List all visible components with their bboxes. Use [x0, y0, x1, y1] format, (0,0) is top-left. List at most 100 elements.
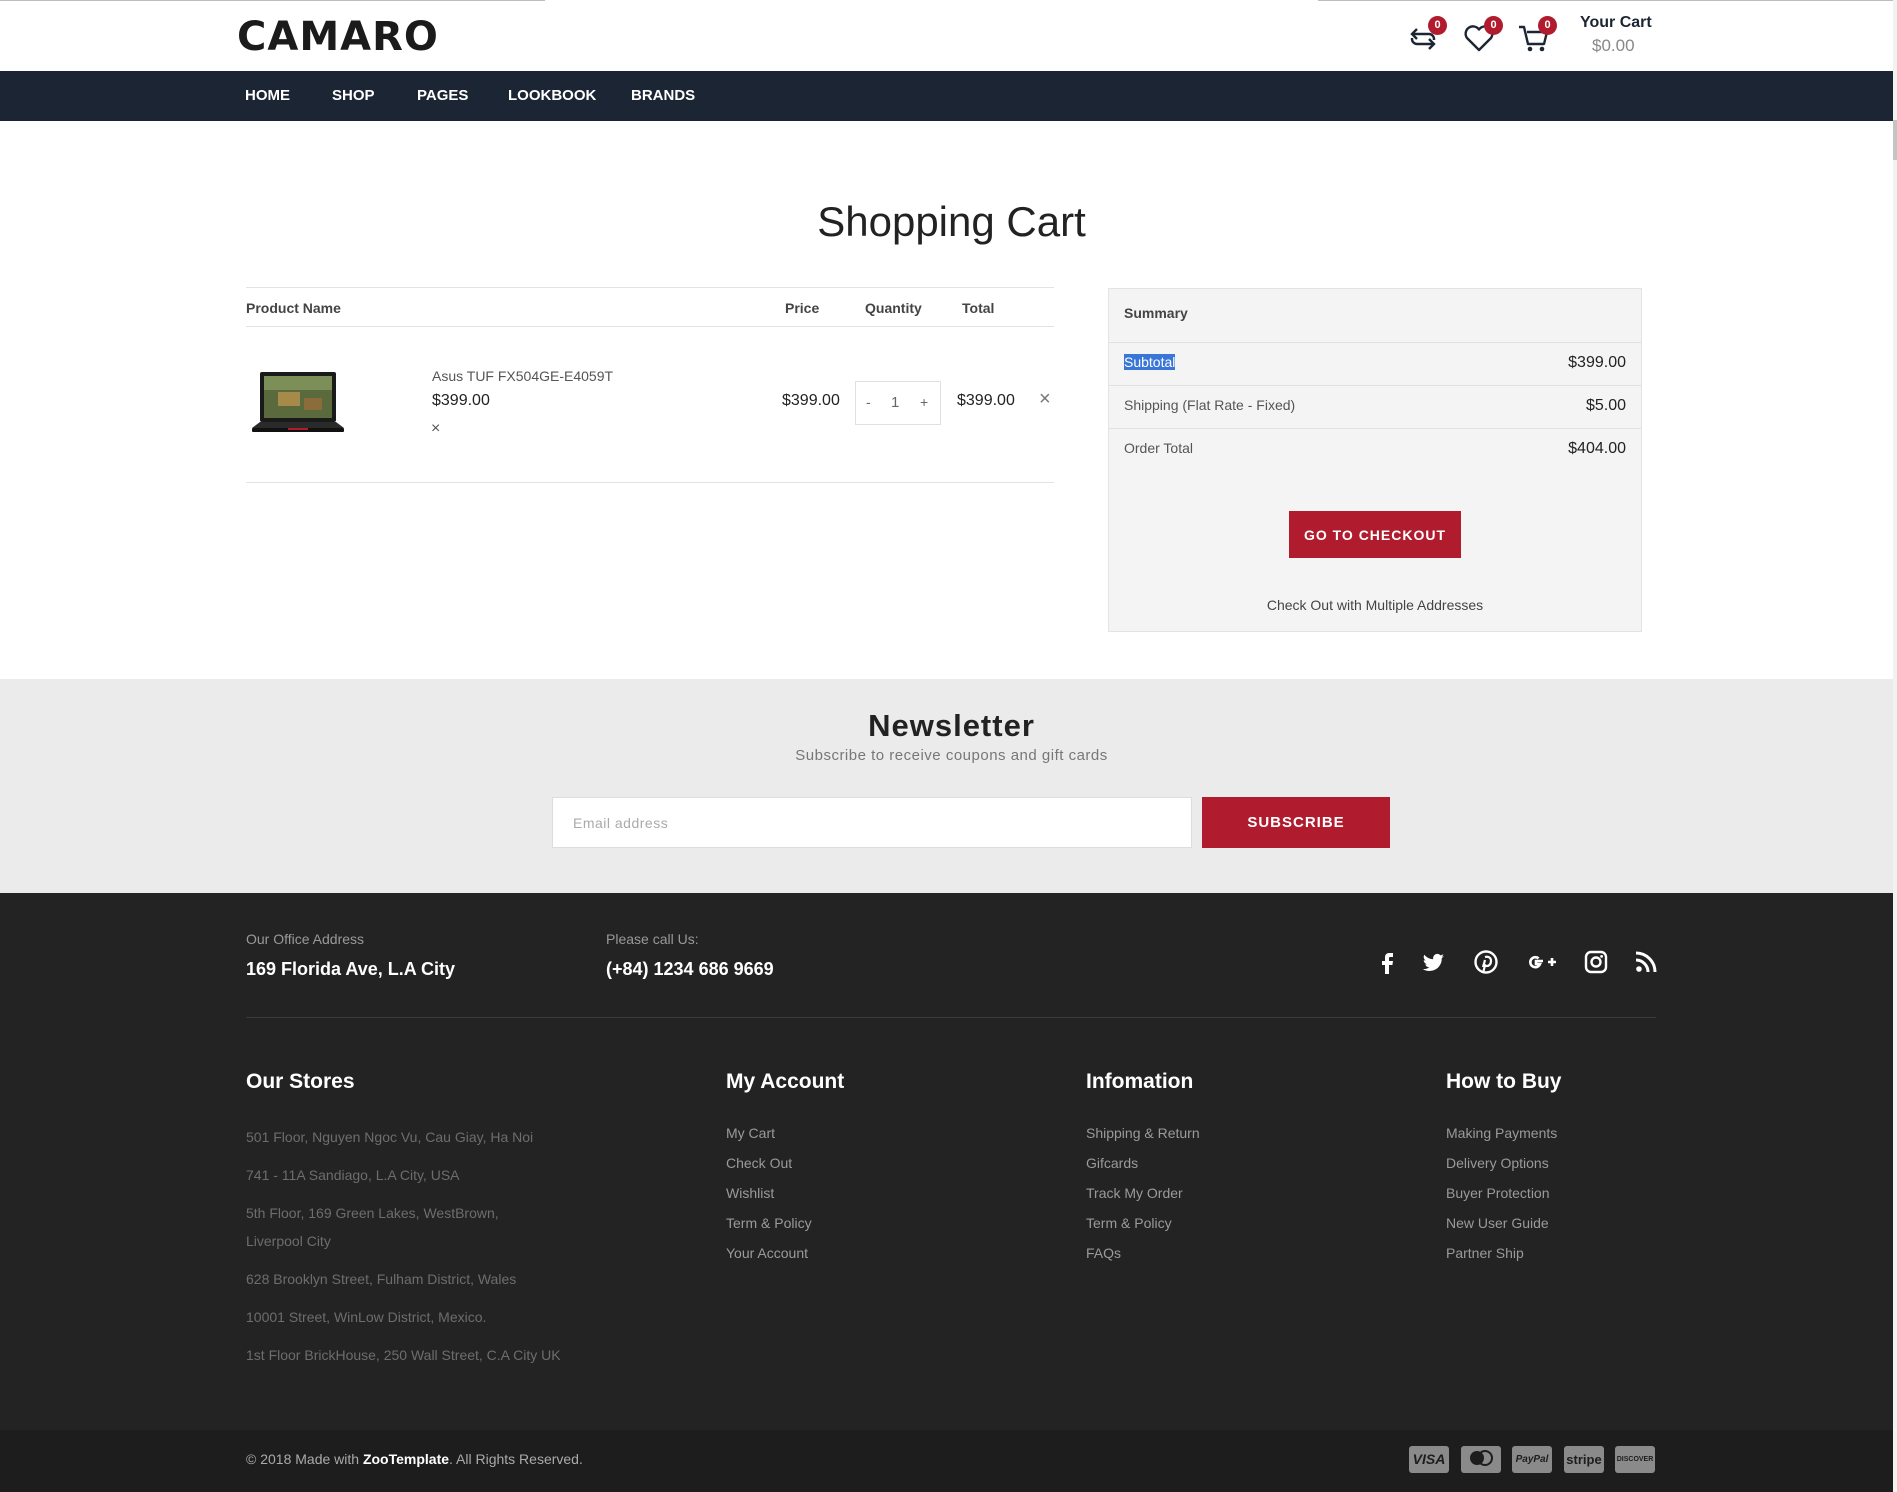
copyright-brand-link[interactable]: ZooTemplate: [363, 1451, 449, 1467]
cart-total[interactable]: $0.00: [1592, 36, 1635, 56]
col-total: Total: [962, 300, 995, 316]
phone-label: Please call Us:: [606, 931, 699, 947]
site-logo[interactable]: CAMARO: [237, 14, 439, 60]
store-address: 741 - 11A Sandiago, L.A City, USA: [246, 1167, 460, 1183]
table-header-border: [246, 326, 1054, 327]
copyright-prefix: © 2018 Made with: [246, 1451, 363, 1467]
footer-link-your-account[interactable]: Your Account: [726, 1245, 808, 1261]
my-account-title: My Account: [726, 1070, 845, 1093]
summary-divider: [1109, 342, 1641, 343]
discover-icon: DISCOVER: [1615, 1446, 1655, 1473]
col-quantity: Quantity: [865, 300, 922, 316]
col-price: Price: [785, 300, 820, 316]
footer-link-term-policy[interactable]: Term & Policy: [1086, 1215, 1172, 1231]
order-total-value: $404.00: [1568, 440, 1626, 457]
scrollbar-thumb[interactable]: [1893, 120, 1897, 160]
nav-lookbook[interactable]: LOOKBOOK: [508, 87, 596, 104]
rss-icon[interactable]: [1633, 949, 1659, 975]
nav-home[interactable]: HOME: [245, 87, 290, 104]
summary-title: Summary: [1124, 305, 1188, 321]
quantity-stepper: - 1 +: [855, 381, 941, 425]
row-price: $399.00: [782, 392, 840, 409]
go-to-checkout-button[interactable]: GO TO CHECKOUT: [1289, 511, 1461, 558]
information-title: Infomation: [1086, 1070, 1194, 1093]
stripe-icon: stripe: [1564, 1446, 1604, 1473]
summary-divider: [1109, 385, 1641, 386]
product-name[interactable]: Asus TUF FX504GE-E4059T: [432, 368, 613, 384]
qty-decrease-button[interactable]: -: [866, 394, 871, 410]
footer-link-shipping-return[interactable]: Shipping & Return: [1086, 1125, 1200, 1141]
wishlist-count-badge: 0: [1484, 16, 1503, 35]
newsletter-email-input[interactable]: [552, 797, 1192, 848]
product-remove-icon[interactable]: ×: [431, 420, 440, 438]
order-total-label: Order Total: [1124, 440, 1193, 456]
cart-count-badge: 0: [1538, 16, 1557, 35]
top-border-right: [1318, 0, 1893, 1]
store-address: 10001 Street, WinLow District, Mexico.: [246, 1309, 487, 1325]
footer-link-check-out[interactable]: Check Out: [726, 1155, 792, 1171]
pinterest-icon[interactable]: [1473, 949, 1499, 975]
newsletter-title: Newsletter: [868, 708, 1035, 743]
subtotal-label: Subtotal: [1124, 354, 1176, 370]
footer-link-my-cart[interactable]: My Cart: [726, 1125, 775, 1141]
footer-link-partner-ship[interactable]: Partner Ship: [1446, 1245, 1524, 1261]
compare-count-badge: 0: [1428, 16, 1447, 35]
cart-title[interactable]: Your Cart: [1580, 14, 1652, 32]
mastercard-icon: [1461, 1446, 1501, 1473]
top-header: CAMARO 0 0 0 Your Cart $0.00: [0, 0, 1893, 71]
store-address: 628 Brooklyn Street, Fulham District, Wa…: [246, 1271, 517, 1287]
row-remove-icon[interactable]: ×: [1039, 388, 1051, 411]
row-total: $399.00: [957, 392, 1015, 409]
main-navigation: HOME SHOP PAGES LOOKBOOK BRANDS: [0, 71, 1893, 121]
store-address: 5th Floor, 169 Green Lakes, WestBrown, L…: [246, 1205, 499, 1249]
footer-link-new-user-guide[interactable]: New User Guide: [1446, 1215, 1549, 1231]
how-to-buy-title: How to Buy: [1446, 1070, 1562, 1093]
phone-number[interactable]: (+84) 1234 686 9669: [606, 959, 774, 980]
footer-link-track-order[interactable]: Track My Order: [1086, 1185, 1183, 1201]
multiple-addresses-link[interactable]: Check Out with Multiple Addresses: [1109, 597, 1641, 613]
summary-divider: [1109, 428, 1641, 429]
footer-link-faqs[interactable]: FAQs: [1086, 1245, 1121, 1261]
nav-brands[interactable]: BRANDS: [631, 87, 695, 104]
qty-value-input[interactable]: 1: [891, 394, 899, 411]
table-top-border: [246, 287, 1054, 288]
footer-link-term-policy[interactable]: Term & Policy: [726, 1215, 812, 1231]
instagram-icon[interactable]: [1583, 949, 1609, 975]
col-product-name: Product Name: [246, 300, 341, 316]
office-label: Our Office Address: [246, 931, 365, 947]
paypal-icon: PayPal: [1512, 1446, 1552, 1473]
footer-bottom-bar: © 2018 Made with ZooTemplate. All Rights…: [0, 1430, 1893, 1492]
footer-link-buyer-protection[interactable]: Buyer Protection: [1446, 1185, 1550, 1201]
office-address: 169 Florida Ave, L.A City: [246, 959, 456, 979]
product-unit-price: $399.00: [432, 392, 490, 409]
visa-icon: VISA: [1409, 1446, 1449, 1473]
store-address: 1st Floor BrickHouse, 250 Wall Street, C…: [246, 1347, 561, 1363]
twitter-icon[interactable]: [1421, 949, 1447, 975]
footer: Our Office Address 169 Florida Ave, L.A …: [0, 893, 1893, 1430]
table-bottom-border: [246, 482, 1054, 483]
shipping-value: $5.00: [1585, 397, 1626, 414]
copyright-suffix: . All Rights Reserved.: [449, 1451, 583, 1467]
subscribe-button[interactable]: SUBSCRIBE: [1202, 797, 1390, 848]
qty-increase-button[interactable]: +: [920, 394, 928, 410]
footer-link-wishlist[interactable]: Wishlist: [726, 1185, 774, 1201]
footer-divider: [246, 1017, 1656, 1018]
product-laptop-image[interactable]: [248, 370, 348, 442]
footer-link-gifcards[interactable]: Gifcards: [1086, 1155, 1138, 1171]
subtotal-value: $399.00: [1568, 354, 1626, 371]
subtotal-label-wrap: Subtotal: [1124, 354, 1176, 370]
top-border-left: [0, 0, 545, 1]
store-address: 501 Floor, Nguyen Ngoc Vu, Cau Giay, Ha …: [246, 1129, 534, 1145]
page-title: Shopping Cart: [817, 198, 1086, 245]
footer-link-making-payments[interactable]: Making Payments: [1446, 1125, 1557, 1141]
newsletter-section: Newsletter Subscribe to receive coupons …: [0, 679, 1893, 893]
mastercard-circles-icon: [1470, 1450, 1493, 1466]
footer-link-delivery-options[interactable]: Delivery Options: [1446, 1155, 1549, 1171]
order-summary: Summary Subtotal $399.00 Shipping (Flat …: [1108, 288, 1642, 632]
facebook-icon[interactable]: [1374, 949, 1400, 975]
nav-shop[interactable]: SHOP: [332, 87, 375, 104]
newsletter-subtitle: Subscribe to receive coupons and gift ca…: [795, 747, 1108, 764]
google-plus-icon[interactable]: [1524, 949, 1558, 975]
nav-pages[interactable]: PAGES: [417, 87, 468, 104]
copyright: © 2018 Made with ZooTemplate. All Rights…: [246, 1451, 583, 1467]
